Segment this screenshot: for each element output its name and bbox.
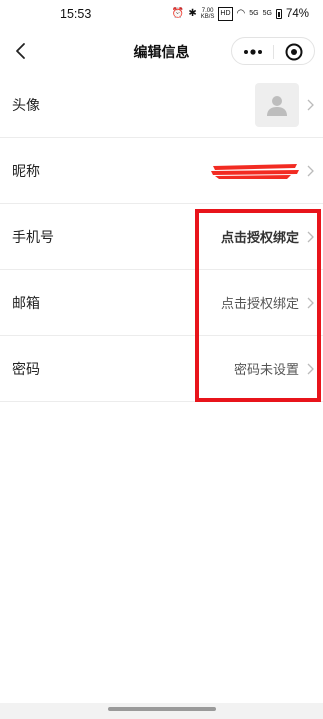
signal-icon-1: 5G [249,10,259,17]
status-icons: ⏰ ✱ 7.00 KB/S HD ◠ 5G 5G 74% [172,7,309,21]
chevron-right-icon [307,165,314,176]
row-value-phone[interactable]: 点击授权绑定 [221,227,299,246]
more-icon[interactable] [241,44,265,60]
chevron-right-icon [307,231,314,242]
net-speed-unit: KB/S [200,14,215,20]
battery-icon [275,9,282,19]
wifi-icon: ◠ [236,8,246,19]
home-indicator[interactable] [108,707,216,711]
screen: 15:53 ⏰ ✱ 7.00 KB/S HD ◠ 5G 5G 74% 编辑信息 [0,0,323,719]
row-label-nickname: 昵称 [12,162,40,179]
avatar[interactable] [255,83,299,127]
chevron-right-icon [307,297,314,308]
row-label-email: 邮箱 [12,294,40,311]
chevron-right-icon [307,99,314,110]
signal-icon-2: 5G [262,10,272,17]
row-value-email[interactable]: 点击授权绑定 [221,293,299,312]
profile-list: 头像 昵称 手机号 点击授权绑定 邮箱 点击授权绑定 密码 密码未设置 [0,72,323,402]
close-target-icon[interactable] [284,42,304,62]
bottom-gesture-area [0,703,323,719]
row-avatar[interactable]: 头像 [0,72,323,138]
nav-bar: 编辑信息 [0,30,323,72]
status-bar: 15:53 ⏰ ✱ 7.00 KB/S HD ◠ 5G 5G 74% [0,0,323,28]
row-label-avatar: 头像 [12,96,40,113]
net-speed: 7.00 KB/S [201,8,215,20]
row-password[interactable]: 密码 密码未设置 [0,336,323,402]
capsule-divider [273,45,274,59]
row-phone[interactable]: 手机号 点击授权绑定 [0,204,323,270]
hd-badge: HD [218,7,233,21]
alarm-icon: ⏰ [171,8,185,19]
mini-program-capsule [231,37,315,65]
row-label-phone: 手机号 [12,228,54,245]
row-value-password[interactable]: 密码未设置 [234,359,299,378]
battery-percent: 74% [285,8,309,20]
row-email[interactable]: 邮箱 点击授权绑定 [0,270,323,336]
redacted-nickname [211,164,299,179]
chevron-right-icon [307,363,314,374]
user-icon [267,96,287,116]
row-label-password: 密码 [12,360,40,377]
status-time: 15:53 [60,7,92,21]
bluetooth-icon: ✱ [188,8,197,19]
row-nickname[interactable]: 昵称 [0,138,323,204]
